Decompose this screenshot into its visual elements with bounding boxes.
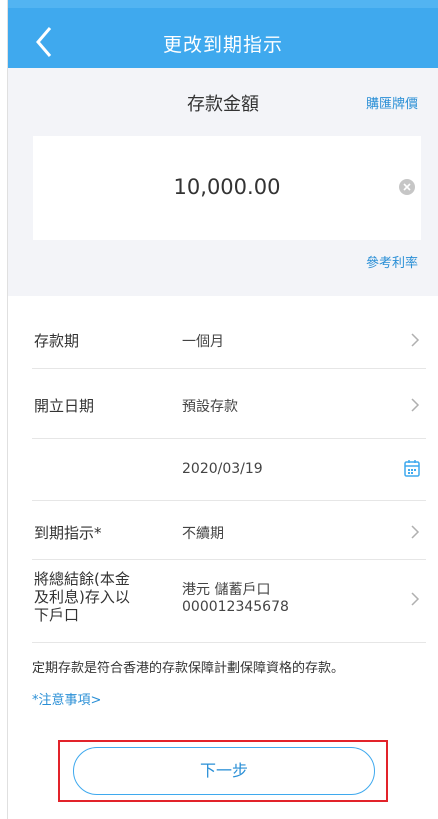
maturity-instruction-value: 不續期: [182, 526, 224, 542]
deposit-protection-note: 定期存款是符合香港的存款保障計劃保障資格的存款。: [32, 661, 345, 676]
open-date-value: 預設存款: [182, 399, 238, 415]
left-edge: [0, 0, 8, 819]
next-button[interactable]: 下一步: [73, 747, 375, 795]
chevron-right-icon: [410, 397, 420, 413]
maturity-instruction-label: 到期指示*: [34, 524, 102, 542]
chevron-right-icon: [410, 524, 420, 540]
amount-section: 存款金額 購匯牌價 10,000.00 參考利率: [8, 68, 438, 296]
deposit-account-label: 將總結餘(本金 及利息)存入以 下戶口: [34, 570, 130, 624]
row-deposit-account[interactable]: 將總結餘(本金 及利息)存入以 下戶口 港元 儲蓄戶口 000012345678: [32, 560, 426, 643]
clear-icon[interactable]: [399, 179, 415, 195]
page-title: 更改到期指示: [162, 34, 283, 56]
amount-value: 10,000.00: [173, 175, 281, 199]
deposit-period-value: 一個月: [182, 334, 224, 350]
row-date[interactable]: 2020/03/19: [32, 439, 426, 501]
deposit-account-value: 港元 儲蓄戶口 000012345678: [182, 582, 289, 615]
amount-input[interactable]: 10,000.00: [33, 136, 421, 240]
row-deposit-period[interactable]: 存款期 一個月: [32, 296, 426, 369]
row-maturity-instruction[interactable]: 到期指示* 不續期: [32, 501, 426, 560]
notice-link[interactable]: *注意事項>: [32, 689, 101, 708]
reference-rate-link[interactable]: 參考利率: [366, 252, 418, 271]
date-value: 2020/03/19: [182, 461, 263, 477]
calendar-icon[interactable]: [404, 459, 420, 477]
header-bar: 更改到期指示: [8, 0, 438, 68]
chevron-right-icon: [410, 591, 420, 607]
status-strip: [8, 0, 438, 8]
deposit-period-label: 存款期: [34, 332, 80, 350]
fx-rate-link[interactable]: 購匯牌價: [366, 93, 418, 112]
open-date-label: 開立日期: [34, 397, 95, 415]
row-open-date[interactable]: 開立日期 預設存款: [32, 369, 426, 439]
chevron-right-icon: [410, 332, 420, 348]
